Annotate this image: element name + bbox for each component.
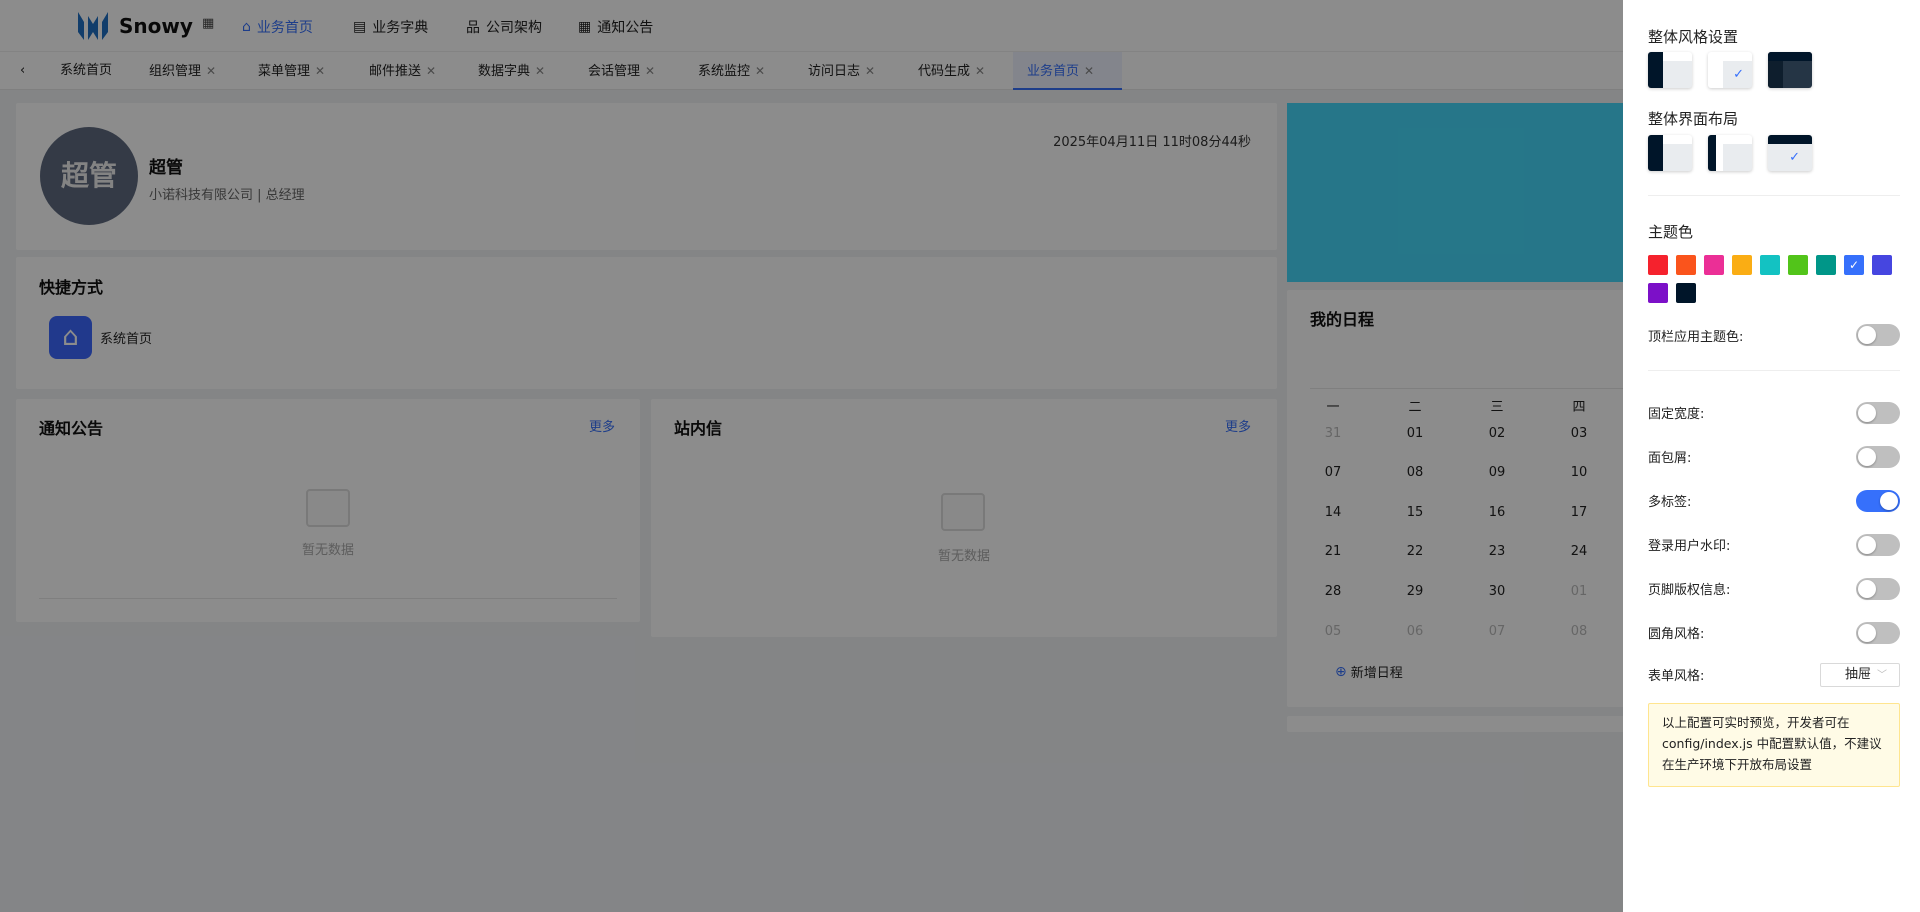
theme-color-swatch[interactable]	[1676, 255, 1696, 275]
top-theme-switch[interactable]	[1856, 324, 1900, 346]
form-style-select[interactable]: 抽屉 ﹀	[1820, 663, 1900, 687]
setting-switch[interactable]	[1856, 578, 1900, 600]
divider	[1648, 370, 1900, 371]
layout-top-menu[interactable]: ✓	[1768, 135, 1812, 171]
theme-color-swatch[interactable]	[1676, 283, 1696, 303]
theme-color-swatch[interactable]	[1788, 255, 1808, 275]
config-note: 以上配置可实时预览，开发者可在 config/index.js 中配置默认值，不…	[1648, 703, 1900, 787]
setting-label: 固定宽度:	[1648, 407, 1705, 422]
layout-double-column[interactable]	[1708, 135, 1752, 171]
chevron-down-icon: ﹀	[1877, 670, 1888, 681]
theme-color-swatch[interactable]: ✓	[1844, 255, 1864, 275]
layout-title: 整体界面布局	[1648, 110, 1739, 128]
setting-label: 面包屑:	[1648, 451, 1692, 466]
setting-switch[interactable]	[1856, 402, 1900, 424]
check-icon: ✓	[1733, 67, 1744, 82]
settings-drawer: 整体风格设置 ✓ 整体界面布局 ✓ 主题色 ✓ 顶栏应用主题色: 固定宽度: 面包…	[1623, 0, 1920, 912]
layout-classic[interactable]	[1648, 135, 1692, 171]
form-style-label: 表单风格:	[1648, 669, 1705, 684]
style-light[interactable]: ✓	[1708, 52, 1752, 88]
setting-switch[interactable]	[1856, 622, 1900, 644]
setting-label: 多标签:	[1648, 495, 1692, 510]
setting-switch[interactable]	[1856, 490, 1900, 512]
setting-label: 页脚版权信息:	[1648, 583, 1731, 598]
top-theme-label: 顶栏应用主题色:	[1648, 330, 1744, 345]
setting-switch[interactable]	[1856, 446, 1900, 468]
theme-color-title: 主题色	[1648, 223, 1694, 241]
setting-label: 圆角风格:	[1648, 627, 1705, 642]
setting-label: 登录用户水印:	[1648, 539, 1731, 554]
theme-color-swatch[interactable]	[1732, 255, 1752, 275]
drawer-mask[interactable]	[0, 0, 1623, 912]
style-dark-sidebar[interactable]	[1648, 52, 1692, 88]
theme-color-swatch[interactable]	[1704, 255, 1724, 275]
theme-color-swatch[interactable]	[1760, 255, 1780, 275]
theme-color-swatch[interactable]	[1816, 255, 1836, 275]
theme-color-swatch[interactable]	[1872, 255, 1892, 275]
check-icon: ✓	[1789, 150, 1800, 165]
style-dark[interactable]	[1768, 52, 1812, 88]
theme-color-swatch[interactable]	[1648, 283, 1668, 303]
theme-color-swatch[interactable]	[1648, 255, 1668, 275]
setting-switch[interactable]	[1856, 534, 1900, 556]
divider	[1648, 195, 1900, 196]
style-title: 整体风格设置	[1648, 28, 1739, 46]
